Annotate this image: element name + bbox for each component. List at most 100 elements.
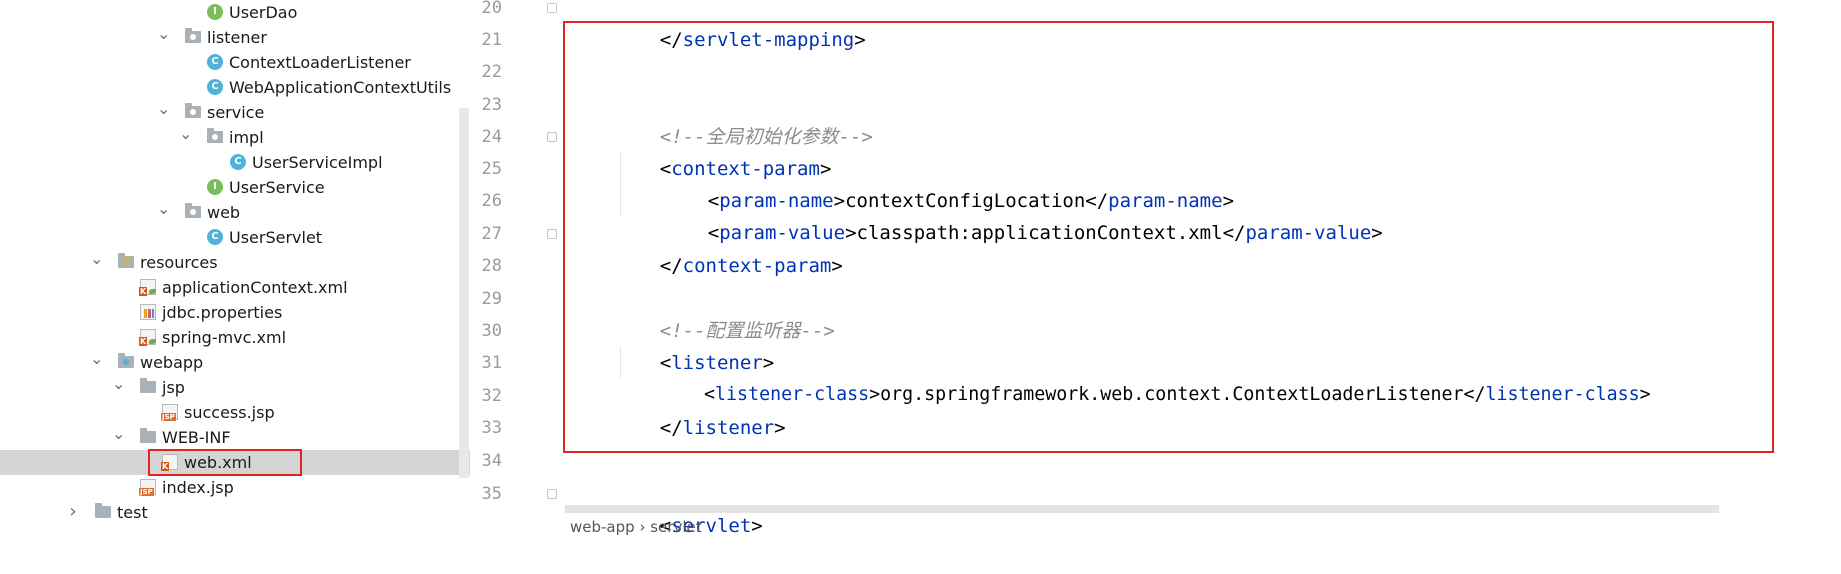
fold-marker-icon[interactable] [547, 489, 557, 499]
code-highlight-box [563, 21, 1774, 453]
line-number: 25 [481, 159, 502, 179]
tree-item-label: jdbc.properties [162, 303, 283, 322]
chevron-down-icon[interactable]: ⌄ [157, 25, 170, 50]
tree-item-label: ContextLoaderListener [229, 53, 411, 72]
tree-item-label: listener [207, 28, 267, 47]
spring-xml-icon: K [139, 329, 156, 346]
line-number: 26 [481, 191, 502, 211]
tree-item-impl[interactable]: ⌄ impl [0, 125, 470, 150]
chevron-down-icon[interactable]: ⌄ [90, 350, 103, 375]
line-number: 21 [481, 30, 502, 50]
package-icon [185, 28, 201, 43]
tree-item-label: jsp [162, 378, 185, 397]
tree-item-label: resources [140, 253, 218, 272]
tree-item-contextloaderlistener[interactable]: C ContextLoaderListener [0, 50, 470, 75]
tree-item-label: index.jsp [162, 478, 234, 497]
tree-item-label: web [207, 203, 241, 222]
tree-item-web[interactable]: ⌄ web [0, 200, 470, 225]
tree-item-index-jsp[interactable]: JSP index.jsp [0, 475, 470, 500]
tree-item-label: success.jsp [184, 403, 275, 422]
tree-item-label: test [117, 503, 148, 522]
tree-item-label: WebApplicationContextUtils [229, 78, 452, 97]
line-number: 31 [481, 353, 502, 373]
class-icon: C [230, 154, 246, 170]
line-number: 29 [481, 289, 502, 309]
package-icon [185, 203, 201, 218]
line-number: 33 [481, 418, 502, 438]
folder-icon [95, 503, 111, 518]
class-icon: C [207, 229, 223, 245]
fold-marker-icon[interactable] [547, 132, 557, 142]
tree-item-userdao[interactable]: I UserDao [0, 0, 470, 25]
tree-item-userservice[interactable]: I UserService [0, 175, 470, 200]
chevron-down-icon[interactable]: ⌄ [179, 125, 192, 150]
package-icon [207, 128, 223, 143]
tree-item-jdbc-properties[interactable]: jdbc.properties [0, 300, 470, 325]
tree-item-listener[interactable]: ⌄ listener [0, 25, 470, 50]
folder-icon [140, 378, 156, 393]
fold-marker-icon[interactable] [547, 229, 557, 239]
breadcrumb-item-servlet[interactable]: servlet [650, 518, 701, 536]
tree-item-service[interactable]: ⌄ service [0, 100, 470, 125]
breadcrumb: web-app › servlet [570, 518, 702, 536]
horizontal-scrollbar[interactable] [565, 505, 1719, 513]
tree-item-success-jsp[interactable]: JSP success.jsp [0, 400, 470, 425]
tree-item-label: WEB-INF [162, 428, 231, 447]
chevron-down-icon[interactable]: ⌄ [157, 200, 170, 225]
tree-item-resources[interactable]: ⌄ resources [0, 250, 470, 275]
code-editor[interactable]: 20 21 22 23 24 25 26 27 28 29 30 31 32 33 34 35 </servl… [470, 0, 1841, 537]
tree-item-label: UserServiceImpl [252, 153, 383, 172]
fold-marker-icon[interactable] [547, 3, 557, 13]
tree-item-spring-mvc-xml[interactable]: Kspring-mvc.xml [0, 325, 470, 350]
project-tree[interactable]: I UserDao ⌄ listener C ContextLoaderListener C… [0, 0, 470, 534]
line-number: 23 [481, 95, 502, 115]
tree-item-label: UserService [229, 178, 325, 197]
tree-item-label: webapp [140, 353, 204, 372]
tree-item-label: applicationContext.xml [162, 278, 348, 297]
tree-item-web-inf[interactable]: ⌄ WEB-INF [0, 425, 470, 450]
chevron-down-icon[interactable]: ⌄ [112, 425, 125, 450]
interface-icon: I [207, 4, 223, 20]
tree-item-webapp[interactable]: ⌄ webapp [0, 350, 470, 375]
interface-icon: I [207, 179, 223, 195]
chevron-down-icon[interactable]: ⌄ [90, 250, 103, 275]
jsp-file-icon: JSP [139, 479, 156, 496]
package-icon [185, 103, 201, 118]
tree-item-userservlet[interactable]: C UserServlet [0, 225, 470, 250]
folder-icon [140, 428, 156, 443]
line-number: 28 [481, 256, 502, 276]
tree-item-jsp[interactable]: ⌄ jsp [0, 375, 470, 400]
tree-item-applicationcontext-xml[interactable]: KapplicationContext.xml [0, 275, 470, 300]
spring-xml-icon: K [139, 279, 156, 296]
line-number: 30 [481, 321, 502, 341]
line-number: 34 [481, 451, 502, 471]
line-number: 22 [481, 62, 502, 82]
breadcrumb-item-web-app[interactable]: web-app [570, 518, 635, 536]
web-xml-highlight-box [148, 449, 302, 476]
resources-folder-icon [118, 253, 134, 268]
class-icon: C [207, 79, 223, 95]
line-number-gutter: 20 21 22 23 24 25 26 27 28 29 30 31 32 33 34 35 [470, 0, 562, 534]
tree-item-label: service [207, 103, 265, 122]
web-folder-icon [118, 353, 134, 368]
jsp-file-icon: JSP [161, 404, 178, 421]
line-number: 35 [481, 484, 502, 504]
line-number: 32 [481, 386, 502, 406]
line-number: 24 [481, 127, 502, 147]
chevron-right-icon[interactable]: › [67, 500, 79, 525]
line-number: 20 [481, 0, 502, 18]
properties-file-icon [140, 304, 156, 320]
tree-scrollbar[interactable] [459, 108, 469, 478]
tree-item-label: UserServlet [229, 228, 323, 247]
tree-item-label: UserDao [229, 3, 298, 22]
class-icon: C [207, 54, 223, 70]
breadcrumb-separator: › [639, 518, 646, 536]
line-number: 27 [481, 224, 502, 244]
tree-item-userserviceimpl[interactable]: C UserServiceImpl [0, 150, 470, 175]
tree-item-webapplicationcontextutils[interactable]: C WebApplicationContextUtils [0, 75, 470, 100]
tree-item-label: spring-mvc.xml [162, 328, 287, 347]
tree-item-test[interactable]: › test [0, 500, 470, 525]
chevron-down-icon[interactable]: ⌄ [157, 100, 170, 125]
chevron-down-icon[interactable]: ⌄ [112, 375, 125, 400]
tree-item-label: impl [229, 128, 264, 147]
